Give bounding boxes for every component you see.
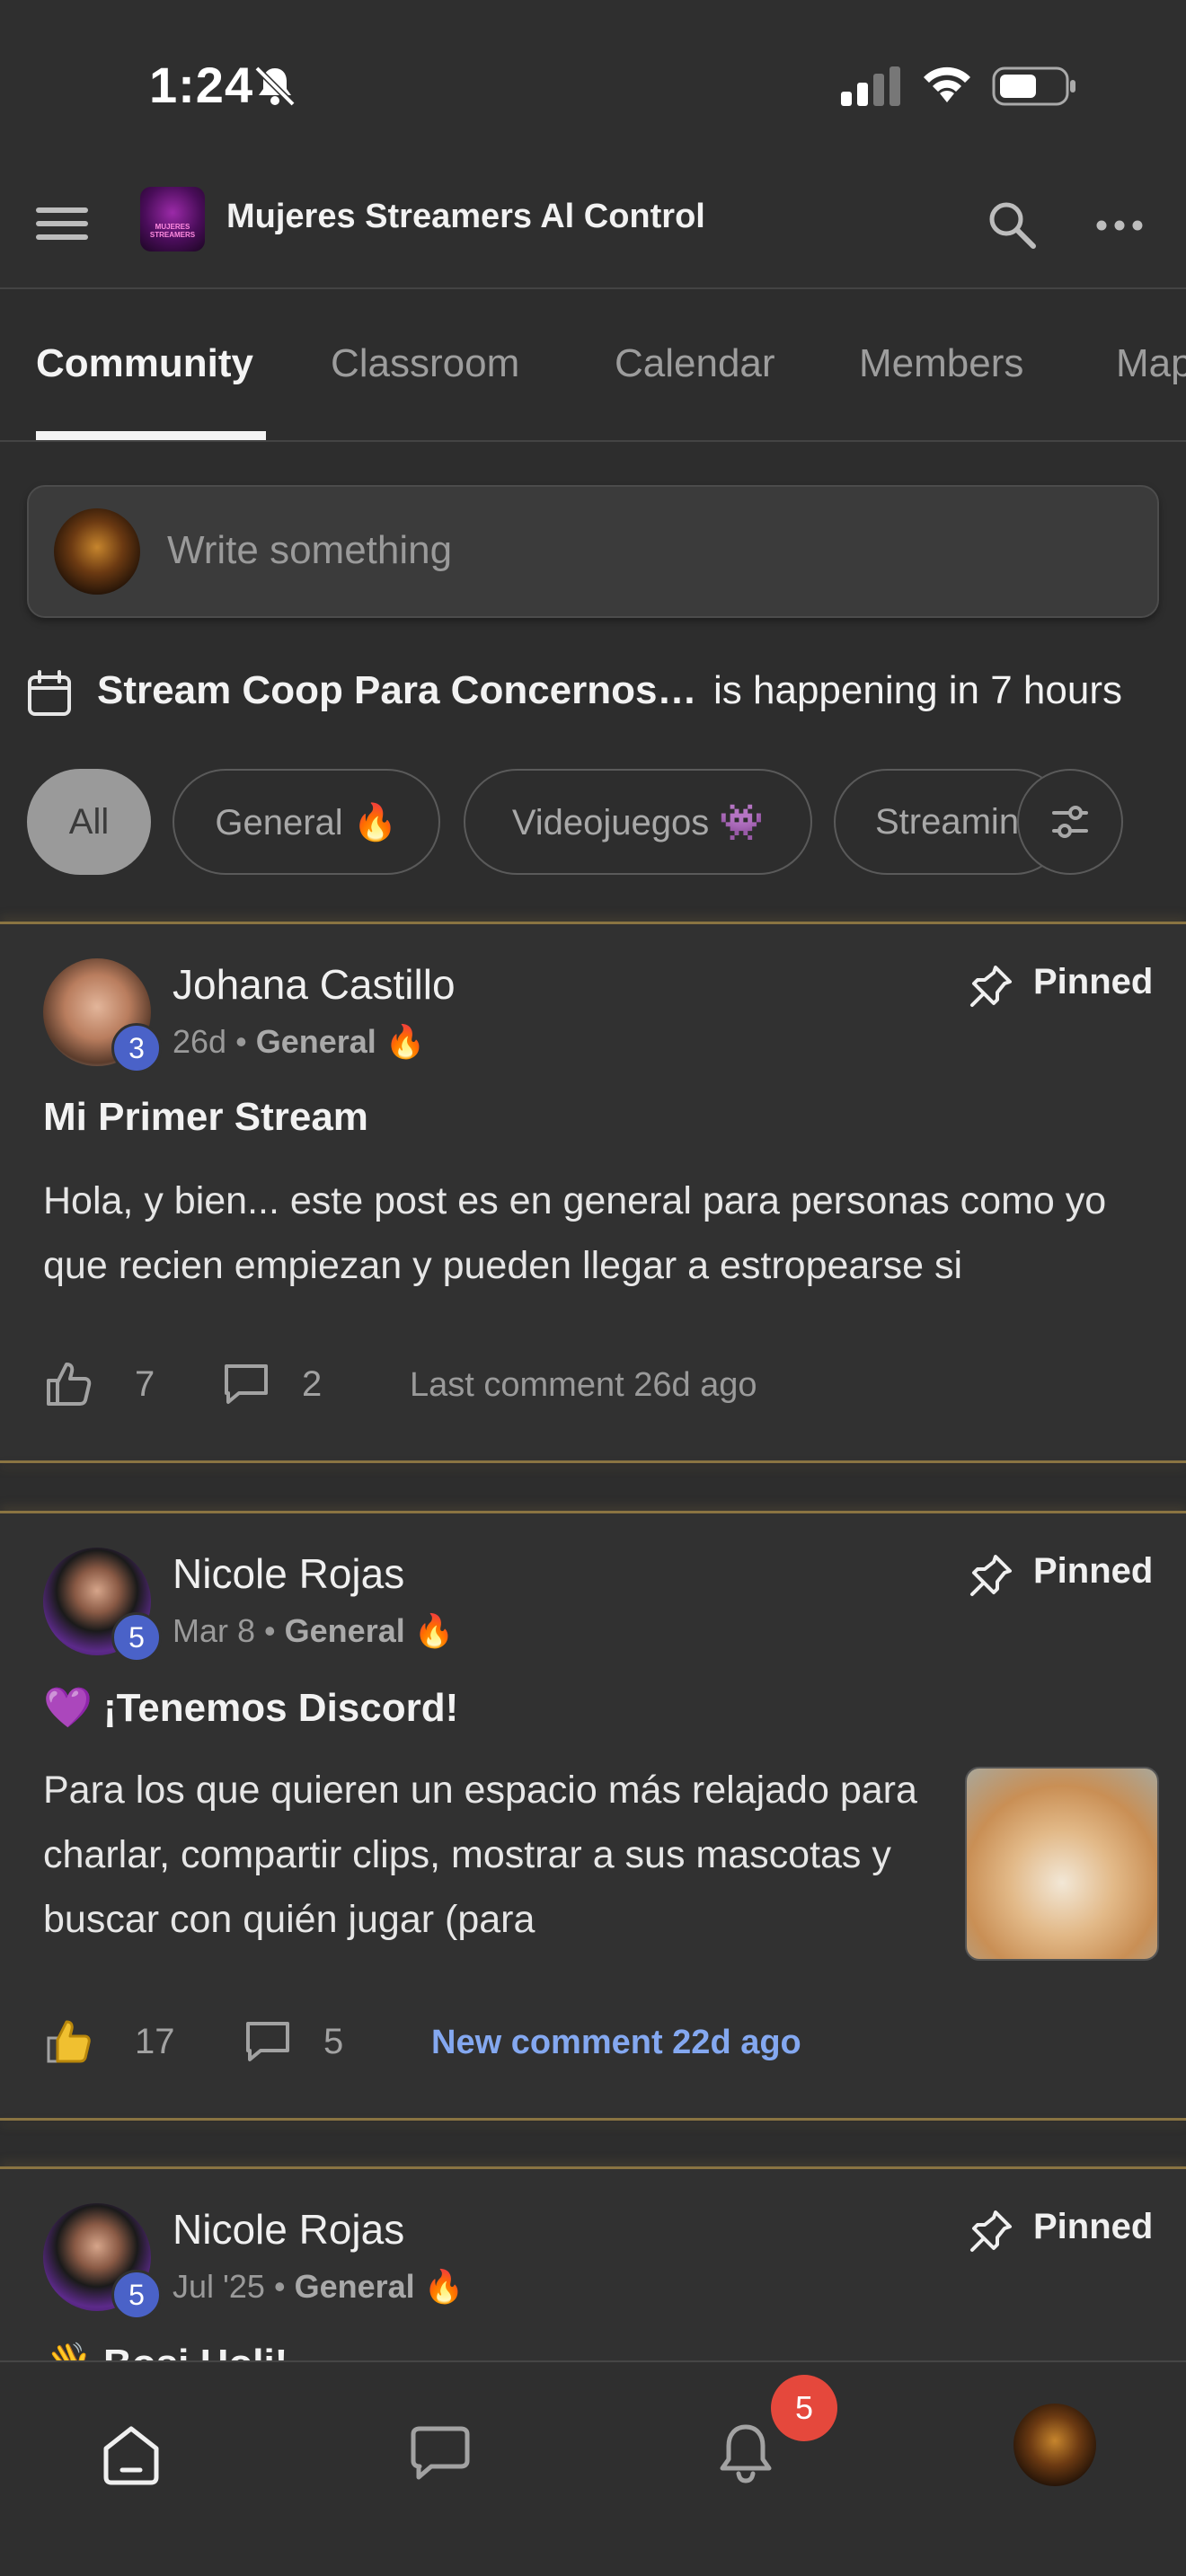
- pinned-label: Pinned: [1033, 962, 1154, 1001]
- battery-icon: [992, 66, 1075, 106]
- like-icon[interactable]: [43, 1359, 93, 1409]
- sliders-icon: [1052, 806, 1088, 838]
- pin-icon: [970, 966, 1012, 1007]
- post-divider: [0, 2118, 1186, 2121]
- upcoming-event-banner[interactable]: Stream Coop Para Concernos… is happening…: [27, 665, 1168, 719]
- post-card[interactable]: 5 Nicole Rojas Jul '25 • General 🔥 Pinne…: [0, 2166, 1186, 2360]
- pinned-label: Pinned: [1033, 2207, 1154, 2246]
- active-tab-indicator: [36, 431, 266, 440]
- category-filters: All General 🔥 Videojuegos 👾 Streaming: [0, 769, 1186, 877]
- post-thumbnail[interactable]: [965, 1767, 1159, 1961]
- new-comment-text[interactable]: New comment 22d ago: [431, 2024, 801, 2062]
- chat-icon[interactable]: [404, 2418, 476, 2490]
- app-header: MUJERES STREAMERS Mujeres Streamers Al C…: [0, 171, 1186, 289]
- filter-chip-videojuegos[interactable]: Videojuegos 👾: [464, 769, 812, 875]
- notifications-icon[interactable]: [710, 2418, 782, 2490]
- post-time: 26d: [173, 1023, 227, 1060]
- post-title[interactable]: 👋 Bosi Holi!: [43, 2340, 288, 2360]
- level-badge: 5: [111, 2270, 162, 2320]
- section-tabs: Community Classroom Calendar Members Map: [0, 291, 1186, 442]
- post-divider: [0, 1460, 1186, 1463]
- comment-count: 2: [302, 1364, 323, 1404]
- tab-members[interactable]: Members: [859, 341, 1023, 386]
- filter-settings-button[interactable]: [1017, 769, 1123, 875]
- post-meta: 26d • General 🔥: [173, 1023, 426, 1060]
- post-body[interactable]: Para los que quieren un espacio más rela…: [43, 1758, 942, 1952]
- level-badge: 3: [111, 1023, 162, 1073]
- tab-calendar[interactable]: Calendar: [615, 341, 775, 386]
- post-body[interactable]: Hola, y bien... este post es en general …: [43, 1169, 1166, 1298]
- pin-icon: [970, 2210, 1012, 2252]
- filter-chip-general[interactable]: General 🔥: [173, 769, 440, 875]
- search-icon[interactable]: [985, 198, 1039, 251]
- tab-classroom[interactable]: Classroom: [331, 341, 519, 386]
- author-name[interactable]: Nicole Rojas: [173, 1549, 404, 1598]
- author-name[interactable]: Johana Castillo: [173, 960, 456, 1009]
- post-stats: 17 5 New comment 22d ago: [43, 2016, 1121, 2070]
- wifi-icon: [924, 66, 970, 102]
- community-page: 1:24 MUJERES STREAMERS Mujeres Streamers…: [0, 0, 1186, 2576]
- last-comment-text: Last comment 26d ago: [410, 1366, 757, 1404]
- post-card[interactable]: 3 Johana Castillo 26d • General 🔥 Pinned…: [0, 922, 1186, 1460]
- author-name[interactable]: Nicole Rojas: [173, 2205, 404, 2254]
- post-category: General 🔥: [255, 1023, 426, 1060]
- post-category: General 🔥: [284, 1612, 455, 1649]
- pinned-label: Pinned: [1033, 1551, 1154, 1591]
- post-title[interactable]: 💜 ¡Tenemos Discord!: [43, 1684, 458, 1731]
- comment-icon[interactable]: [243, 2016, 293, 2067]
- bell-off-icon: [254, 66, 296, 107]
- comment-icon[interactable]: [221, 1359, 271, 1409]
- write-post-box[interactable]: Write something: [27, 485, 1159, 618]
- write-something-placeholder: Write something: [167, 528, 453, 572]
- event-time-text: is happening in 7 hours: [713, 668, 1122, 712]
- filter-chip-all[interactable]: All: [27, 769, 151, 875]
- post-meta: Jul '25 • General 🔥: [173, 2268, 465, 2305]
- tab-map[interactable]: Map: [1116, 341, 1186, 386]
- home-icon[interactable]: [95, 2418, 167, 2490]
- status-bar: 1:24: [0, 0, 1186, 171]
- user-avatar: [54, 508, 140, 595]
- post-meta: Mar 8 • General 🔥: [173, 1612, 455, 1649]
- tab-community[interactable]: Community: [36, 341, 253, 386]
- event-name-link[interactable]: Stream Coop Para Concernos…: [97, 668, 697, 713]
- post-title[interactable]: Mi Primer Stream: [43, 1095, 368, 1140]
- like-count: 17: [135, 2022, 175, 2061]
- menu-icon[interactable]: [36, 201, 90, 255]
- level-badge: 5: [111, 1612, 162, 1663]
- notifications-badge: 5: [771, 2375, 837, 2441]
- like-count: 7: [135, 1364, 155, 1404]
- group-logo[interactable]: MUJERES STREAMERS: [140, 187, 205, 251]
- post-category: General 🔥: [294, 2268, 465, 2305]
- pin-icon: [970, 1555, 1012, 1596]
- cellular-signal-icon: [841, 66, 900, 106]
- calendar-icon: [28, 670, 71, 716]
- more-options-icon[interactable]: [1094, 203, 1145, 248]
- post-time: Mar 8: [173, 1612, 256, 1649]
- post-card[interactable]: 5 Nicole Rojas Mar 8 • General 🔥 Pinned …: [0, 1511, 1186, 2118]
- comment-count: 5: [323, 2022, 344, 2061]
- post-time: Jul '25: [173, 2268, 265, 2305]
- bottom-nav: [0, 2360, 1186, 2576]
- group-title[interactable]: Mujeres Streamers Al Control: [226, 198, 705, 236]
- post-stats: 7 2 Last comment 26d ago: [43, 1359, 1121, 1413]
- status-time: 1:24: [149, 57, 254, 113]
- liked-icon[interactable]: [43, 2016, 93, 2067]
- profile-avatar[interactable]: [1013, 2404, 1096, 2486]
